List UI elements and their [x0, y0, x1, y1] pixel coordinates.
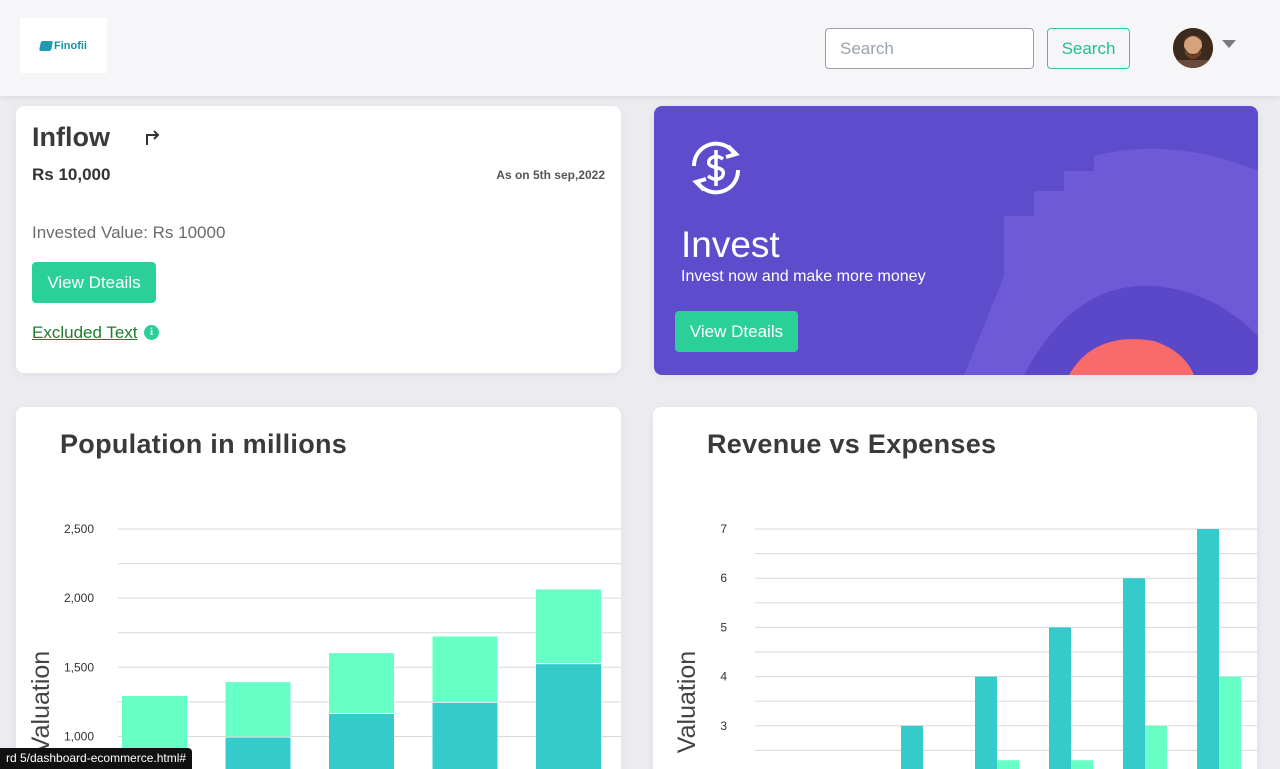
y-axis-label: Valuation — [27, 651, 55, 753]
population-chart: 1,000 1,500 2,000 2,500 Valuation — [27, 522, 621, 769]
inflow-amount: Rs 10,000 — [32, 165, 111, 184]
user-avatar[interactable] — [1173, 28, 1213, 68]
y-tick-label: 5 — [720, 620, 727, 634]
bar[interactable] — [329, 713, 394, 769]
dollar-exchange-icon — [684, 136, 748, 205]
excluded-text-link[interactable]: Excluded Text — [32, 323, 138, 343]
y-tick-label: 4 — [720, 670, 727, 684]
bar[interactable] — [975, 676, 997, 769]
y-tick-label: 3 — [720, 719, 727, 733]
bar[interactable] — [1071, 760, 1093, 769]
inflow-title: Inflow — [32, 122, 110, 152]
avatar-image — [1173, 28, 1213, 68]
invest-card: Invest Invest now and make more money Vi… — [654, 106, 1258, 375]
logo[interactable]: Finofii — [20, 18, 107, 73]
trend-arrow-icon — [144, 126, 162, 152]
invested-value: Invested Value: Rs 10000 — [32, 223, 226, 242]
caret-down-icon[interactable] — [1222, 40, 1236, 48]
y-tick-label: 6 — [720, 571, 727, 585]
bar[interactable] — [1123, 578, 1145, 769]
y-tick-label: 7 — [720, 522, 727, 536]
bar[interactable] — [329, 653, 394, 713]
invest-title: Invest — [681, 224, 780, 265]
bar[interactable] — [1219, 676, 1241, 769]
y-tick-label: 2,000 — [64, 591, 94, 605]
logo-mark: Finofii — [38, 39, 87, 52]
inflow-card: Inflow Rs 10,000 As on 5th sep,2022 Inve… — [16, 106, 621, 373]
revenue-chart-card: Revenue vs Expenses 3 4 5 6 7 Valuation — [653, 407, 1257, 769]
y-tick-label: 1,000 — [64, 729, 94, 743]
bar[interactable] — [225, 737, 291, 769]
search-input[interactable] — [825, 28, 1034, 69]
bar[interactable] — [536, 589, 601, 664]
bar[interactable] — [536, 664, 601, 769]
population-chart-card: Population in millions 1,000 1,500 2,000 2,… — [16, 407, 621, 769]
view-details-button[interactable]: View Dteails — [32, 262, 156, 303]
info-icon[interactable]: i — [144, 325, 159, 340]
status-bar-url: rd 5/dashboard-ecommerce.html# — [0, 748, 193, 769]
bar[interactable] — [225, 682, 291, 737]
logo-icon — [38, 40, 54, 51]
bar[interactable] — [432, 702, 498, 769]
y-tick-label: 1,500 — [64, 660, 94, 674]
bar[interactable] — [432, 636, 498, 702]
invest-view-details-button[interactable]: View Dteails — [675, 311, 798, 352]
logo-text: Finofii — [54, 39, 87, 52]
bar[interactable] — [901, 725, 923, 769]
search-button[interactable]: Search — [1047, 28, 1130, 69]
bar[interactable] — [1145, 725, 1167, 769]
y-axis-label: Valuation — [673, 651, 701, 753]
bar[interactable] — [1049, 627, 1071, 769]
invest-subtitle: Invest now and make more money — [681, 268, 926, 285]
bar[interactable] — [997, 760, 1019, 769]
bar[interactable] — [1197, 529, 1219, 769]
revenue-chart: 3 4 5 6 7 Valuation — [673, 522, 1257, 769]
y-tick-label: 2,500 — [64, 522, 94, 536]
top-navbar: Finofii Search — [0, 0, 1280, 96]
as-on-date: As on 5th sep,2022 — [496, 168, 605, 182]
